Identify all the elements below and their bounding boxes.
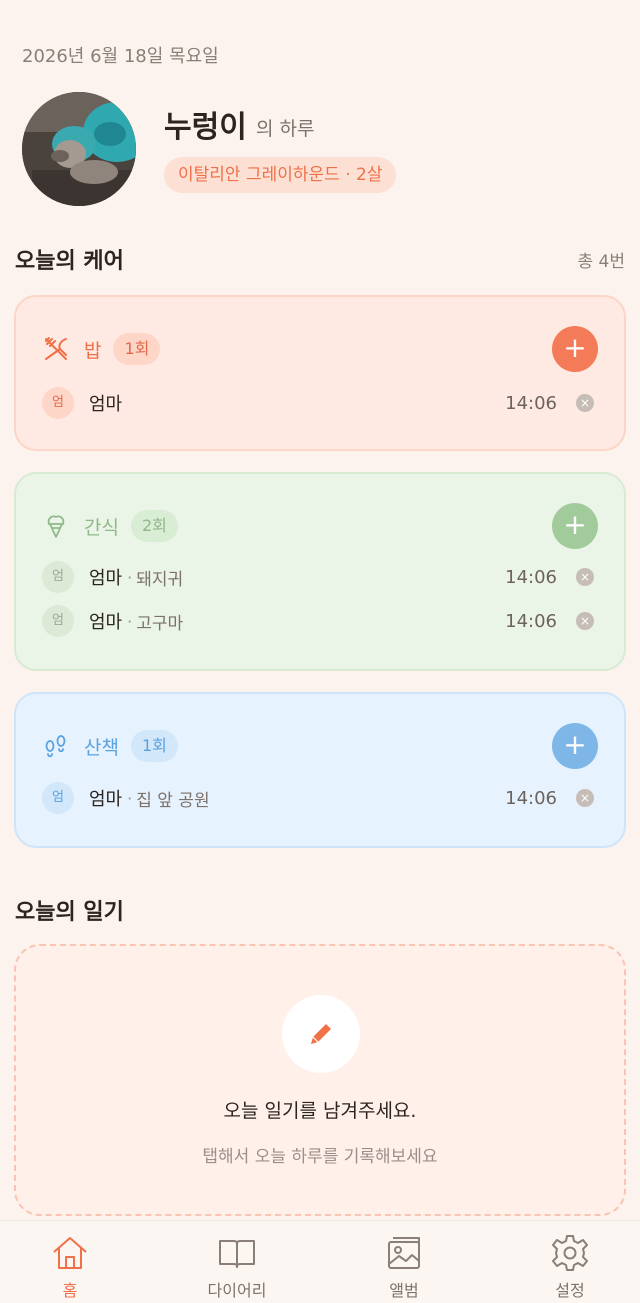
entry-person: 엄마 <box>89 612 123 633</box>
tab-diary[interactable]: 다이어리 <box>182 1233 292 1301</box>
snack-card: 간식 2회 + 엄 엄마 · 돼지귀 14:06 × 엄 엄마 · 고구마 14… <box>14 472 626 671</box>
meal-entry: 엄 엄마 14:06 × <box>42 386 594 420</box>
pet-avatar[interactable] <box>22 92 136 206</box>
home-icon <box>53 1237 87 1269</box>
add-meal-button[interactable]: + <box>552 326 598 372</box>
entry-time: 14:06 <box>505 566 557 588</box>
walk-label: 산책 <box>84 736 119 759</box>
bottom-tab-bar: 홈 다이어리 앨범 설정 <box>0 1220 640 1303</box>
meal-count-badge: 1회 <box>113 333 161 365</box>
walk-card: 산책 1회 + 엄 엄마 · 집 앞 공원 14:06 × <box>14 692 626 848</box>
pet-name-suffix: 의 하루 <box>256 118 315 140</box>
meal-card: 밥 1회 + 엄 엄마 14:06 × <box>14 295 626 451</box>
author-avatar: 엄 <box>42 561 74 593</box>
gear-icon <box>552 1235 588 1271</box>
author-avatar: 엄 <box>42 782 74 814</box>
diary-hint: 탭해서 오늘 하루를 기록해보세요 <box>202 1147 438 1167</box>
dog-photo-icon <box>22 92 136 206</box>
entry-person: 엄마 <box>89 568 123 589</box>
walk-entry: 엄 엄마 · 집 앞 공원 14:06 × <box>42 781 594 815</box>
tab-home[interactable]: 홈 <box>15 1233 125 1301</box>
entry-time: 14:06 <box>505 610 557 632</box>
snack-label: 간식 <box>84 516 119 539</box>
entry-separator: · <box>127 788 133 808</box>
entry-separator: · <box>127 611 133 631</box>
entry-detail: 돼지귀 <box>136 569 184 590</box>
pencil-button[interactable] <box>282 995 360 1073</box>
book-icon <box>219 1240 255 1268</box>
entry-person: 엄마 <box>89 789 123 810</box>
tab-album[interactable]: 앨범 <box>349 1233 459 1301</box>
entry-time: 14:06 <box>505 787 557 809</box>
entry-detail: 집 앞 공원 <box>136 790 210 811</box>
add-walk-button[interactable]: + <box>552 723 598 769</box>
author-avatar: 엄 <box>42 387 74 419</box>
meal-label: 밥 <box>84 339 102 362</box>
ice-cream-icon <box>42 512 70 540</box>
walk-count-badge: 1회 <box>130 730 178 762</box>
tab-label: 홈 <box>62 1281 78 1300</box>
write-diary-area[interactable]: 오늘 일기를 남겨주세요. 탭해서 오늘 하루를 기록해보세요 <box>14 944 626 1216</box>
delete-entry-button[interactable]: × <box>576 789 594 807</box>
tab-label: 설정 <box>555 1281 585 1300</box>
entry-detail: 고구마 <box>136 613 184 634</box>
pencil-icon <box>311 1024 331 1044</box>
entry-separator: · <box>127 567 133 587</box>
tab-label: 앨범 <box>389 1281 419 1300</box>
delete-entry-button[interactable]: × <box>576 394 594 412</box>
delete-entry-button[interactable]: × <box>576 568 594 586</box>
entry-time: 14:06 <box>505 392 557 414</box>
snack-entry: 엄 엄마 · 고구마 14:06 × <box>42 604 594 638</box>
pet-profile: 누렁이 의 하루 이탈리안 그레이하운드 · 2살 <box>22 92 622 206</box>
fork-knife-icon <box>42 335 70 363</box>
pet-name: 누렁이 <box>164 110 247 145</box>
tab-label: 다이어리 <box>207 1281 267 1300</box>
delete-entry-button[interactable]: × <box>576 612 594 630</box>
care-total-count: 총 4번 <box>577 252 626 272</box>
diary-section-title: 오늘의 일기 <box>15 900 124 925</box>
date-label: 2026년 6월 18일 목요일 <box>22 46 219 67</box>
snack-entry: 엄 엄마 · 돼지귀 14:06 × <box>42 560 594 594</box>
snack-count-badge: 2회 <box>130 510 178 542</box>
author-avatar: 엄 <box>42 605 74 637</box>
diary-prompt: 오늘 일기를 남겨주세요. <box>223 1100 417 1122</box>
entry-person: 엄마 <box>89 394 123 415</box>
tab-settings[interactable]: 설정 <box>515 1233 625 1301</box>
breed-badge: 이탈리안 그레이하운드 · 2살 <box>164 157 397 193</box>
photo-album-icon <box>388 1237 420 1269</box>
footprints-icon <box>42 732 70 760</box>
care-section-title: 오늘의 케어 <box>15 249 124 274</box>
add-snack-button[interactable]: + <box>552 503 598 549</box>
